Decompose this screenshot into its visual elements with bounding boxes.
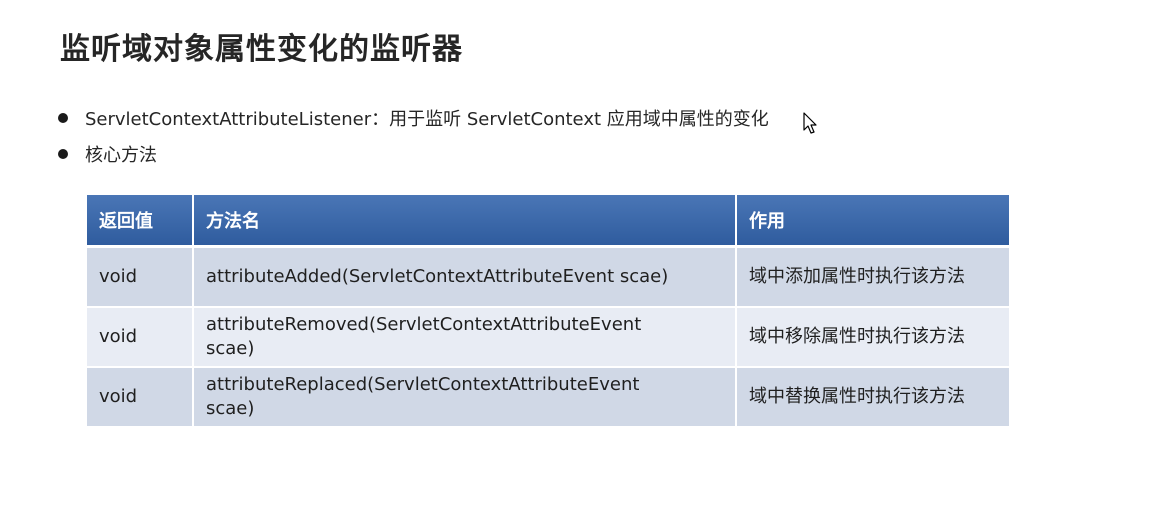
- cell-return-type: void: [87, 246, 194, 308]
- methods-table: 返回值 方法名 作用 void attributeAdded(ServletCo…: [87, 195, 1009, 428]
- bullet-dot-icon: [58, 149, 68, 159]
- cell-purpose: 域中替换属性时执行该方法: [736, 367, 1009, 428]
- header-return-type: 返回值: [87, 195, 194, 248]
- bullet-list: ServletContextAttributeListener：用于监听 Ser…: [58, 100, 769, 172]
- table-row: void attributeRemoved(ServletContextAttr…: [87, 307, 1009, 368]
- table-header-row: 返回值 方法名 作用: [87, 195, 1009, 248]
- mouse-pointer-icon: [803, 112, 817, 134]
- cell-purpose: 域中移除属性时执行该方法: [736, 307, 1009, 368]
- cell-method-name: attributeAdded(ServletContextAttributeEv…: [193, 246, 737, 308]
- cell-method-name: attributeRemoved(ServletContextAttribute…: [193, 307, 737, 368]
- table-row: void attributeAdded(ServletContextAttrib…: [87, 246, 1009, 308]
- bullet-item-core-methods: 核心方法: [58, 136, 769, 172]
- bullet-text: ServletContextAttributeListener：用于监听 Ser…: [85, 109, 769, 130]
- header-purpose: 作用: [736, 195, 1009, 248]
- bullet-dot-icon: [58, 113, 68, 123]
- bullet-item-listener-description: ServletContextAttributeListener：用于监听 Ser…: [58, 100, 769, 136]
- slide-title: 监听域对象属性变化的监听器: [60, 32, 463, 67]
- cell-return-type: void: [87, 367, 194, 428]
- cell-return-type: void: [87, 307, 194, 368]
- cell-method-name: attributeReplaced(ServletContextAttribut…: [193, 367, 737, 428]
- table-row: void attributeReplaced(ServletContextAtt…: [87, 367, 1009, 428]
- method-name-text: attributeReplaced(ServletContextAttribut…: [206, 374, 640, 419]
- method-name-text: attributeRemoved(ServletContextAttribute…: [206, 314, 642, 359]
- method-name-text: attributeAdded(ServletContextAttributeEv…: [206, 266, 669, 287]
- cell-purpose: 域中添加属性时执行该方法: [736, 246, 1009, 308]
- bullet-text: 核心方法: [85, 145, 157, 166]
- header-method-name: 方法名: [193, 195, 737, 248]
